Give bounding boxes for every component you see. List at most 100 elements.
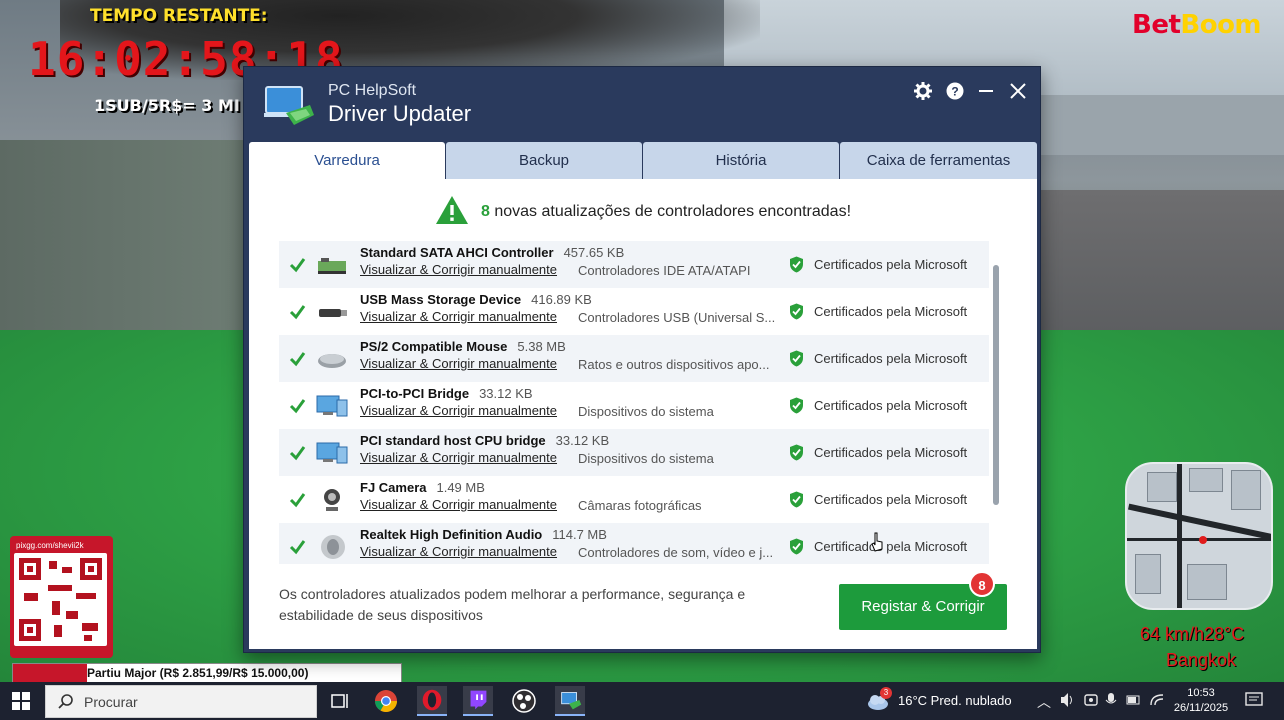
camera-tray-icon[interactable] [1084, 692, 1098, 708]
tab-backup[interactable]: Backup [446, 142, 642, 179]
monitor-icon [316, 395, 348, 417]
speaker-tray-icon[interactable] [1060, 692, 1076, 708]
driver-updater-window: PC HelpSoft Driver Updater ? Varredura B… [243, 66, 1041, 653]
brand-logo-part2: Boom [1180, 10, 1262, 40]
speed-readout: 64 km/h28°C [1140, 624, 1245, 644]
donation-text: Partiu Major (R$ 2.851,99/R$ 15.000,00) [87, 666, 309, 680]
usb-drive-icon [319, 309, 347, 317]
view-fix-manually-link[interactable]: Visualizar & Corrigir manualmente [360, 356, 557, 371]
driver-name: Realtek High Definition Audio 114.7 MB [360, 527, 607, 542]
search-icon [58, 694, 73, 709]
driver-row[interactable]: PS/2 Compatible Mouse 5.38 MB Visualizar &… [279, 335, 989, 382]
weather-text[interactable]: 16°C Pred. nublado [898, 693, 1012, 708]
checkbox-checked-icon[interactable] [289, 444, 306, 461]
checkbox-checked-icon[interactable] [289, 256, 306, 273]
driver-category: Controladores de som, vídeo e j... [578, 545, 774, 560]
updates-count: 8 [480, 203, 490, 221]
view-fix-manually-link[interactable]: Visualizar & Corrigir manualmente [360, 497, 557, 512]
driver-row[interactable]: USB Mass Storage Device 416.89 KB Visualiz… [279, 288, 989, 335]
driver-updater-taskbar-icon[interactable] [555, 686, 585, 716]
title-bar[interactable]: PC HelpSoft Driver Updater ? [244, 67, 1040, 141]
opera-icon[interactable] [417, 686, 447, 716]
driver-row[interactable]: Standard SATA AHCI Controller 457.65 KB Vi… [279, 241, 989, 288]
mouse-icon [318, 354, 346, 368]
bridge-area [1040, 95, 1284, 155]
driver-size: 33.12 KB [479, 386, 533, 401]
webcam-icon [324, 489, 340, 511]
footer-text: Os controladores atualizados podem melho… [279, 586, 746, 623]
view-fix-manually-link[interactable]: Visualizar & Corrigir manualmente [360, 544, 557, 559]
certification-label: Certificados pela Microsoft [814, 492, 968, 507]
driver-size: 457.65 KB [563, 245, 625, 260]
driver-name-text: PS/2 Compatible Mouse [360, 339, 508, 354]
view-fix-manually-link[interactable]: Visualizar & Corrigir manualmente [360, 309, 557, 324]
help-icon[interactable]: ? [943, 79, 967, 103]
driver-row[interactable]: PCI-to-PCI Bridge 33.12 KB Visualizar & Co… [279, 382, 989, 429]
company-name: PC HelpSoft [328, 82, 417, 99]
warning-icon [435, 196, 468, 224]
tab-historia[interactable]: História [643, 142, 839, 179]
checkbox-checked-icon[interactable] [289, 303, 306, 320]
task-view-icon[interactable] [325, 686, 355, 716]
driver-name: Standard SATA AHCI Controller 457.65 KB [360, 245, 624, 260]
taskbar-search-box[interactable]: Procurar [45, 685, 317, 718]
obs-icon[interactable] [509, 686, 539, 716]
shield-check-icon [790, 538, 803, 555]
driver-name-text: FJ Camera [360, 480, 427, 495]
donation-progress-bar: Partiu Major (R$ 2.851,99/R$ 15.000,00) [12, 663, 402, 683]
driver-name: USB Mass Storage Device 416.89 KB [360, 292, 592, 307]
view-fix-manually-link[interactable]: Visualizar & Corrigir manualmente [360, 403, 557, 418]
driver-row[interactable]: FJ Camera 1.49 MB Visualizar & Corrigir ma… [279, 476, 989, 523]
twitch-icon[interactable] [463, 686, 493, 716]
microphone-tray-icon[interactable] [1105, 692, 1117, 708]
driver-name: PS/2 Compatible Mouse 5.38 MB [360, 339, 566, 354]
checkbox-checked-icon[interactable] [289, 491, 306, 508]
scan-panel: 8 novas atualizações de controladores en… [249, 179, 1037, 649]
notification-icon[interactable] [1244, 691, 1264, 709]
tab-bar: Varredura Backup História Caixa de ferra… [249, 142, 1037, 179]
checkbox-checked-icon[interactable] [289, 538, 306, 555]
close-icon[interactable] [1006, 79, 1030, 103]
driver-size: 114.7 MB [552, 527, 607, 542]
chevron-up-icon[interactable]: ︿ [1037, 692, 1051, 712]
donation-progress-fill [13, 664, 87, 682]
driver-size: 5.38 MB [517, 339, 566, 354]
list-scrollbar[interactable] [993, 265, 999, 505]
speaker-icon [321, 535, 345, 559]
scan-headline: 8 novas atualizações de controladores en… [249, 196, 1037, 227]
driver-row[interactable]: PCI standard host CPU bridge 33.12 KB Visu… [279, 429, 989, 476]
minimize-icon[interactable] [974, 79, 998, 103]
chrome-icon[interactable] [371, 686, 401, 716]
battery-tray-icon[interactable] [1126, 692, 1142, 708]
brand-logo-part1: Bet [1132, 10, 1181, 40]
taskbar-clock[interactable]: 10:53 26/11/2025 [1168, 686, 1234, 716]
driver-category: Ratos e outros dispositivos apo... [578, 357, 770, 372]
product-name: Driver Updater [328, 101, 472, 126]
checkbox-checked-icon[interactable] [289, 350, 306, 367]
driver-category: Controladores IDE ATA/ATAPI [578, 263, 751, 278]
minimap [1125, 462, 1273, 610]
view-fix-manually-link[interactable]: Visualizar & Corrigir manualmente [360, 262, 557, 277]
tab-caixa-de-ferramentas[interactable]: Caixa de ferramentas [840, 142, 1037, 179]
settings-gear-icon[interactable] [911, 79, 935, 103]
shield-check-icon [790, 303, 803, 320]
tab-varredura[interactable]: Varredura [249, 142, 445, 179]
windows-start-icon[interactable] [12, 692, 30, 710]
driver-name: PCI-to-PCI Bridge 33.12 KB [360, 386, 533, 401]
checkbox-checked-icon[interactable] [289, 397, 306, 414]
search-placeholder: Procurar [84, 694, 138, 710]
location-pin-icon [1199, 536, 1207, 544]
shield-check-icon [790, 350, 803, 367]
certification-label: Certificados pela Microsoft [814, 257, 968, 272]
certification-label: Certificados pela Microsoft [814, 351, 968, 366]
qr-url: pixgg.com/shevii2k [16, 541, 84, 550]
driver-size: 33.12 KB [555, 433, 610, 448]
clock-date: 26/11/2025 [1173, 702, 1229, 714]
windows-taskbar: Procurar 3 16°C Pred. nublado ︿ 10:53 26… [0, 682, 1284, 720]
scrollbar-thumb[interactable] [993, 265, 999, 505]
wifi-tray-icon[interactable] [1150, 692, 1164, 708]
driver-size: 1.49 MB [436, 480, 485, 495]
view-fix-manually-link[interactable]: Visualizar & Corrigir manualmente [360, 450, 557, 465]
driver-category: Controladores USB (Universal S... [578, 310, 776, 325]
side-area [0, 140, 250, 340]
